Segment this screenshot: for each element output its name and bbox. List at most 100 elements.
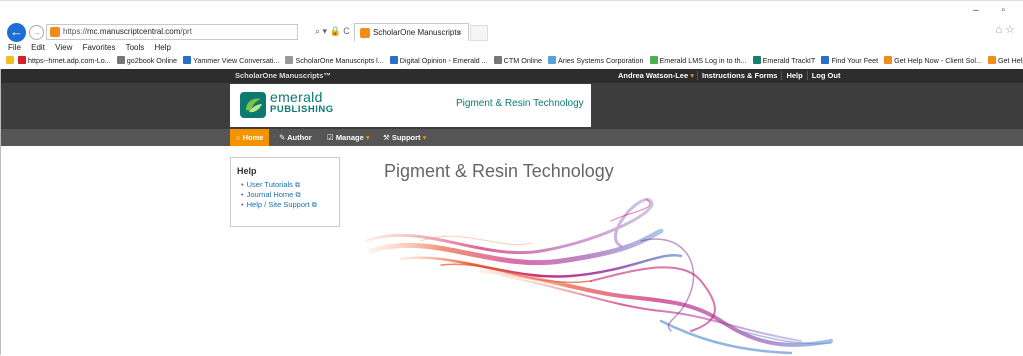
tab-title: ScholarOne Manuscripts [373,28,461,37]
tab-favicon-icon [360,28,370,38]
help-link-user-tutorials[interactable]: • User Tutorials ⧉ [237,180,333,190]
favorite-item[interactable]: Get Help Now - Client Sol... [884,56,982,65]
user-name: Andrea Watson-Lee [618,71,689,80]
caret-down-icon: ▾ [365,133,370,142]
address-search-lock-refresh-icons[interactable]: ⌕ ▾ 🔒 C [315,26,350,37]
favorite-item[interactable]: go2book Online [116,56,178,65]
favorite-label: CTM Online [503,56,543,65]
page-heading: Pigment & Resin Technology [384,161,614,181]
nav-support[interactable]: ⚒ Support ▾ [377,129,432,146]
help-link-label: Help / Site Support [246,200,310,209]
caret-down-icon: ▾ [690,71,695,80]
favorite-favicon-icon [285,56,294,64]
external-link-icon: ⧉ [295,182,300,189]
forward-arrow-icon[interactable]: → [29,25,44,40]
address-bar[interactable]: https://mc.manuscriptcentral.com/prt [46,24,298,40]
help-links: • User Tutorials ⧉ • Journal Home ⧉ • Help … [237,180,333,210]
favorite-favicon-icon [821,56,830,64]
nav-author[interactable]: ✎ Author [273,129,318,146]
scholarone-topbar: ScholarOne Manuscripts™ Andrea Watson-Le… [1,69,1023,83]
browser-tab[interactable]: ScholarOne Manuscripts × [354,23,469,41]
favorite-label: Digital Opinion - Emerald ... [399,56,488,65]
caret-down-icon: ▾ [422,133,427,142]
favorite-label: Find Your Feet [831,56,879,65]
wrench-icon: ⚒ [383,133,392,142]
logo-line-2: PUBLISHING [270,104,334,115]
favorite-label: Get Help Now - ScholarO... [997,56,1023,65]
help-title: Help [237,166,257,176]
page: ScholarOne Manuscripts™ Andrea Watson-Le… [0,69,1023,355]
favorite-favicon-icon [493,56,502,64]
pencil-icon: ✎ [279,133,288,142]
site-header: emerald PUBLISHING Pigment & Resin Techn… [1,83,1023,129]
favorite-favicon-icon [183,56,192,64]
favorites-star-icon[interactable] [6,56,14,64]
address-suffix: /prt [180,27,192,36]
new-tab-button[interactable] [470,25,488,41]
home-icon: ⌂ [236,133,243,142]
menu-tools[interactable]: Tools [126,43,145,52]
home-favorites-icons[interactable]: ⌂ ☆ [995,23,1015,36]
emerald-publishing-logo: emerald PUBLISHING [270,90,334,115]
favorite-item[interactable]: Digital Opinion - Emerald ... [389,56,488,65]
favorite-label: Emerald TrackIT [762,56,816,65]
favorite-favicon-icon [389,56,398,64]
favorite-item[interactable]: https--hrnet.adp.com-Lo... [18,56,111,65]
scholarone-brand: ScholarOne Manuscripts™ [235,71,331,80]
favorite-item[interactable]: CTM Online [493,56,543,65]
favorites-bar: https--hrnet.adp.com-Lo... go2book Online… [0,54,1023,68]
menu-edit[interactable]: Edit [31,43,45,52]
favorite-item[interactable]: Emerald TrackIT [752,56,816,65]
nav-support-label: Support [391,133,421,142]
journal-title: Pigment & Resin Technology [456,98,584,109]
instructions-forms-link[interactable]: Instructions & Forms [697,71,782,80]
menu-help[interactable]: Help [155,43,171,52]
favorite-item[interactable]: Emerald LMS Log in to th... [649,56,747,65]
help-link-label: User Tutorials [246,180,293,189]
favorite-item[interactable]: Get Help Now - ScholarO... [987,56,1023,65]
favorite-label: https--hrnet.adp.com-Lo... [28,56,111,65]
checklist-icon: ☑ [327,133,336,142]
site-favicon-icon [50,27,60,37]
help-panel: Help • User Tutorials ⧉ • Journal Home ⧉ •… [230,157,340,227]
menu-view[interactable]: View [55,43,72,52]
external-link-icon: ⧉ [295,192,301,199]
nav-home[interactable]: ⌂ Home [230,129,270,146]
header-banner: emerald PUBLISHING Pigment & Resin Techn… [230,84,591,127]
tab-close-icon[interactable]: × [457,24,462,41]
browser-toolbar: ← → https://mc.manuscriptcentral.com/prt… [0,0,1023,42]
nav-manage-label: Manage [335,133,364,142]
favorite-label: go2book Online [126,56,178,65]
emerald-logo-icon [240,92,266,118]
address-domain: mc.manuscriptcentral.com [87,27,181,36]
logout-link[interactable]: Log Out [806,71,845,80]
favorite-item[interactable]: ScholarOne Manuscripts l... [285,56,384,65]
back-arrow-icon[interactable]: ← [7,23,26,42]
favorite-item[interactable]: Yammer View Conversati... [183,56,279,65]
favorite-label: ScholarOne Manuscripts l... [295,56,384,65]
topbar-links: Instructions & Forms Help Log Out [697,69,845,83]
nav-manage[interactable]: ☑ Manage ▾ [321,129,376,146]
nav-author-label: Author [287,133,312,142]
favorite-favicon-icon [649,56,658,64]
main-nav: ⌂ Home ✎ Author ☑ Manage ▾ ⚒ Support ▾ [1,129,1023,146]
menu-file[interactable]: File [8,43,21,52]
window-controls[interactable]: – ▫ [973,5,1015,16]
favorite-favicon-icon [116,56,125,64]
help-link[interactable]: Help [781,71,807,80]
favorite-label: Get Help Now - Client Sol... [894,56,982,65]
address-prefix: https:// [63,27,88,36]
help-link-site-support[interactable]: • Help / Site Support ⧉ [237,200,333,210]
favorite-label: Emerald LMS Log in to th... [659,56,747,65]
external-link-icon: ⧉ [311,202,317,209]
favorite-label: Aries Systems Corporation [558,56,644,65]
favorite-favicon-icon [548,56,557,64]
decorative-smoke-image [364,198,833,355]
help-link-journal-home[interactable]: • Journal Home ⧉ [237,190,333,200]
menu-favorites[interactable]: Favorites [83,43,116,52]
favorite-favicon-icon [987,56,996,64]
favorite-item[interactable]: Aries Systems Corporation [548,56,644,65]
favorite-favicon-icon [18,56,26,64]
favorite-item[interactable]: Find Your Feet [821,56,878,65]
user-menu[interactable]: Andrea Watson-Lee ▾ [618,69,694,83]
